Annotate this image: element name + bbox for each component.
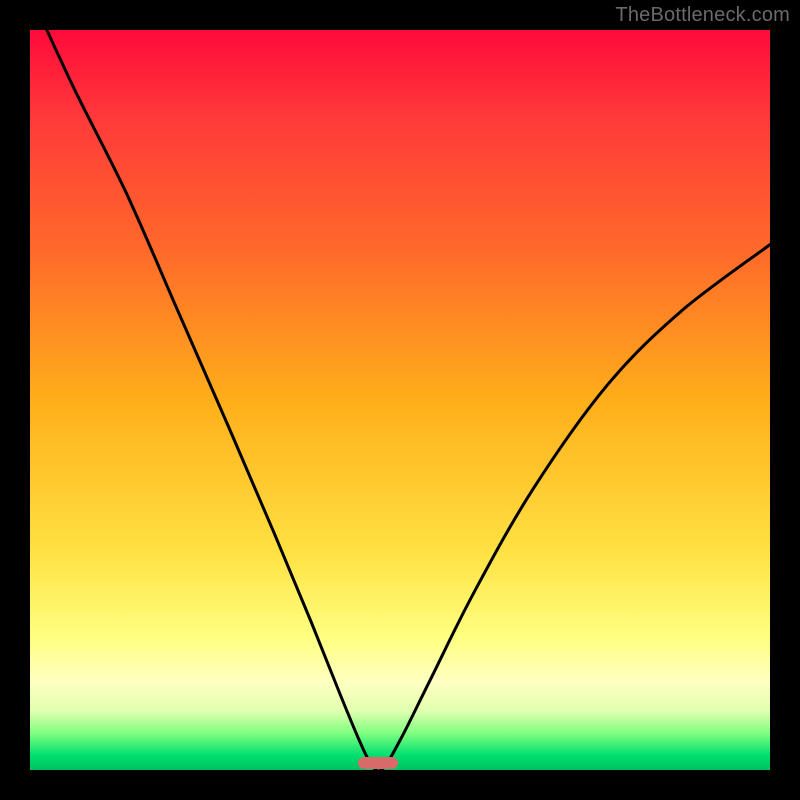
chart-plot-area bbox=[30, 30, 770, 770]
bottleneck-curve bbox=[30, 30, 770, 770]
curve-path bbox=[30, 30, 770, 770]
optimal-zone-marker bbox=[358, 757, 398, 769]
watermark-text: TheBottleneck.com bbox=[615, 4, 790, 27]
chart-frame: TheBottleneck.com bbox=[0, 0, 800, 800]
